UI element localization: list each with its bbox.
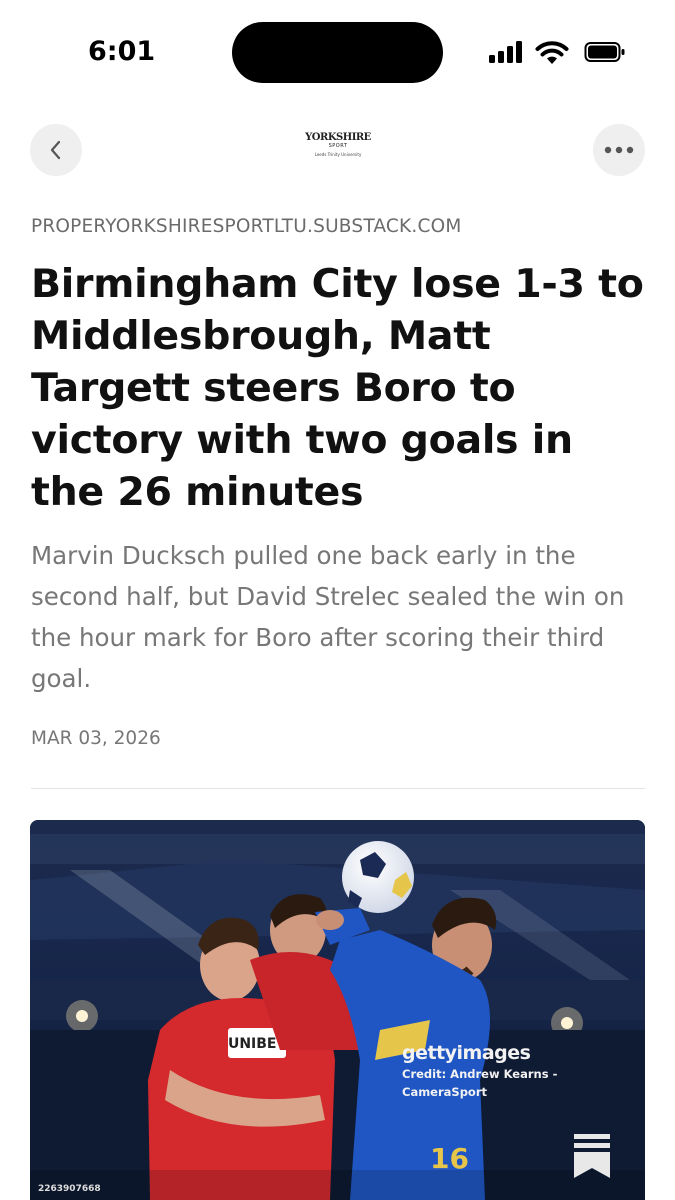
- logo-footer: Leeds Trinity University: [314, 152, 362, 157]
- ellipsis-icon: [604, 146, 634, 154]
- status-bar: 6:01: [0, 0, 675, 100]
- chevron-left-icon: [50, 140, 61, 160]
- back-button[interactable]: [30, 124, 82, 176]
- article-hero-image[interactable]: UNIBET 16 gettyimages Credit: Andrew Kea…: [30, 820, 645, 1200]
- article-headline: Birmingham City lose 1-3 to Middlesbroug…: [31, 261, 644, 515]
- divider: [31, 788, 645, 789]
- publication-logo[interactable]: YORKSHIRE SPORT Leeds Trinity University: [305, 132, 371, 174]
- article-source[interactable]: PROPERYORKSHIRESPORTLTU.SUBSTACK.COM: [31, 216, 462, 237]
- article-date: MAR 03, 2026: [31, 728, 161, 749]
- bookmark-stack-icon: [574, 1134, 610, 1178]
- getty-brand: gettyimages: [402, 1042, 531, 1064]
- status-time: 6:01: [88, 36, 156, 67]
- wifi-icon: [535, 41, 569, 64]
- getty-watermark: gettyimages Credit: Andrew Kearns - Came…: [402, 1042, 557, 1100]
- photo-credit-line1: Credit: Andrew Kearns -: [402, 1067, 558, 1081]
- save-bookmark-button[interactable]: [570, 1130, 614, 1182]
- cellular-signal-icon: [489, 41, 522, 63]
- logo-title: YORKSHIRE: [305, 132, 371, 143]
- more-options-button[interactable]: [593, 124, 645, 176]
- logo-subtitle: SPORT: [328, 143, 348, 149]
- article-navbar: YORKSHIRE SPORT Leeds Trinity University: [0, 120, 675, 182]
- photo-credit-line2: CameraSport: [402, 1085, 487, 1099]
- battery-icon: [584, 42, 625, 62]
- football-match-illustration: UNIBET 16: [30, 820, 645, 1200]
- article-subtitle: Marvin Ducksch pulled one back early in …: [31, 541, 625, 693]
- photo-image-id: 2263907668: [38, 1184, 101, 1194]
- dynamic-island: [232, 22, 443, 83]
